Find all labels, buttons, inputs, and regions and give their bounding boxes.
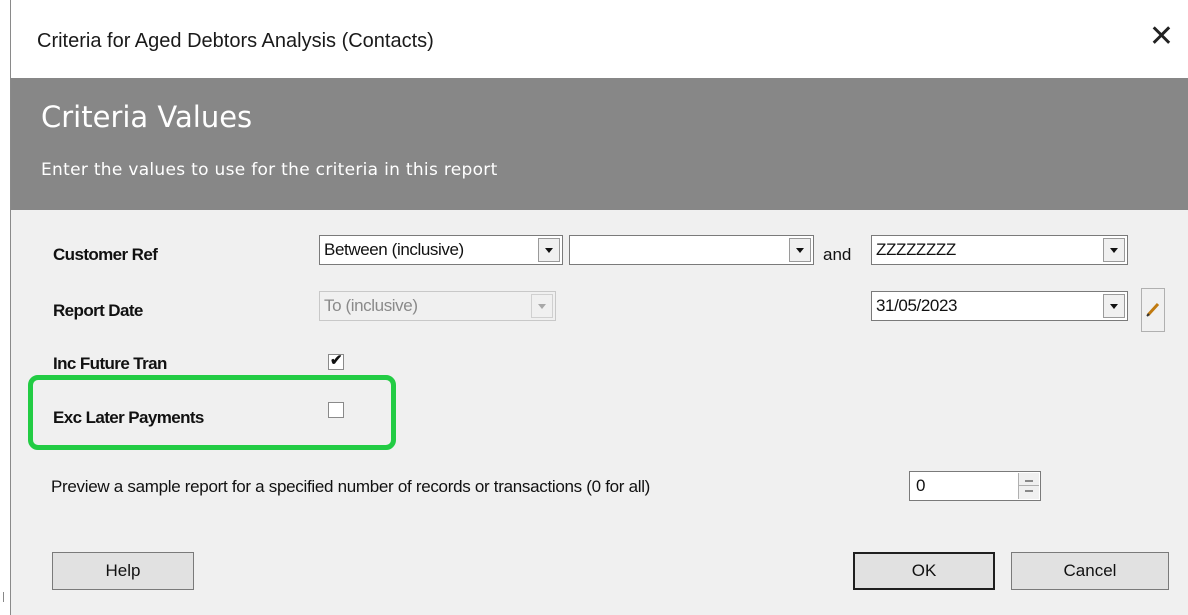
ok-button[interactable]: OK bbox=[853, 552, 995, 590]
check-icon: ✔ bbox=[330, 352, 343, 369]
customer-ref-label: Customer Ref bbox=[53, 245, 158, 264]
header-banner: Criteria Values Enter the values to use … bbox=[11, 78, 1188, 210]
report-date-select[interactable]: 31/05/2023 bbox=[871, 291, 1128, 321]
report-date-value: 31/05/2023 bbox=[876, 296, 958, 315]
stepper-buttons bbox=[1018, 473, 1039, 499]
help-button[interactable]: Help bbox=[52, 552, 194, 590]
highlight-box bbox=[28, 375, 396, 450]
customer-ref-from-select[interactable] bbox=[569, 235, 814, 265]
preview-label: Preview a sample report for a specified … bbox=[51, 477, 651, 496]
criteria-dialog: Criteria for Aged Debtors Analysis (Cont… bbox=[10, 0, 1188, 615]
report-date-operator-select: To (inclusive) bbox=[319, 291, 556, 321]
chevron-down-icon[interactable] bbox=[1103, 238, 1125, 262]
close-icon[interactable]: ✕ bbox=[1149, 22, 1174, 52]
inc-future-tran-checkbox[interactable]: ✔ bbox=[328, 352, 344, 370]
stepper-down-icon[interactable] bbox=[1019, 486, 1039, 499]
report-date-label: Report Date bbox=[53, 301, 143, 320]
chevron-down-icon[interactable] bbox=[538, 238, 560, 262]
stepper-up-icon[interactable] bbox=[1019, 473, 1039, 486]
chevron-down-icon[interactable] bbox=[1103, 294, 1125, 318]
banner-title: Criteria Values bbox=[41, 100, 253, 134]
preview-count-value[interactable]: 0 bbox=[916, 476, 925, 496]
banner-subtitle: Enter the values to use for the criteria… bbox=[41, 160, 498, 180]
pencil-icon[interactable] bbox=[1141, 288, 1165, 332]
customer-ref-operator-value: Between (inclusive) bbox=[324, 240, 464, 259]
divider bbox=[3, 592, 4, 602]
title-bar: Criteria for Aged Debtors Analysis (Cont… bbox=[11, 0, 1188, 78]
chevron-down-icon[interactable] bbox=[789, 238, 811, 262]
and-label: and bbox=[823, 245, 852, 264]
inc-future-tran-label: Inc Future Tran bbox=[53, 354, 167, 373]
report-date-operator-value: To (inclusive) bbox=[324, 296, 418, 315]
preview-count-stepper[interactable]: 0 bbox=[909, 471, 1041, 501]
customer-ref-to-value: ZZZZZZZZ bbox=[876, 240, 956, 259]
window-title: Criteria for Aged Debtors Analysis (Cont… bbox=[37, 30, 434, 52]
chevron-down-icon bbox=[531, 294, 553, 318]
cancel-button[interactable]: Cancel bbox=[1011, 552, 1169, 590]
customer-ref-operator-select[interactable]: Between (inclusive) bbox=[319, 235, 563, 265]
customer-ref-to-select[interactable]: ZZZZZZZZ bbox=[871, 235, 1128, 265]
